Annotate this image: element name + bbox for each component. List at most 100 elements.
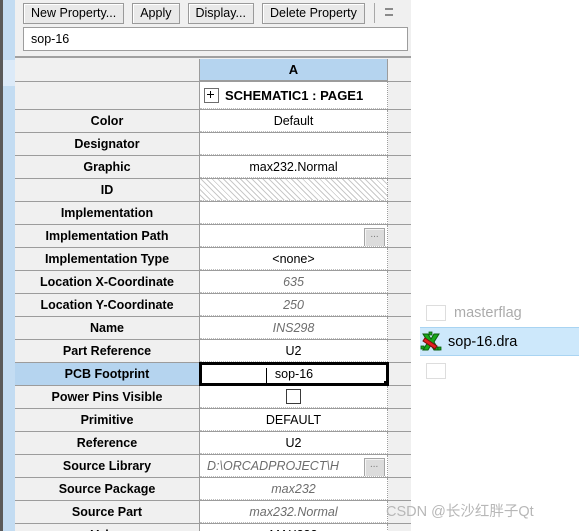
property-name-cell[interactable]: Implementation Type bbox=[15, 248, 200, 270]
value-input[interactable]: sop-16 bbox=[23, 27, 408, 51]
property-name-cell[interactable]: Source Library bbox=[15, 455, 200, 477]
property-name-cell[interactable]: Designator bbox=[15, 133, 200, 155]
table-row[interactable]: Color Default bbox=[15, 110, 411, 133]
file-list-panel: masterflag sop-16.dra bbox=[411, 0, 579, 531]
table-row[interactable]: Location X-Coordinate 635 bbox=[15, 271, 411, 294]
property-value-cell[interactable]: 635 bbox=[200, 271, 388, 293]
cell-text: U2 bbox=[285, 435, 302, 450]
new-property-button[interactable]: New Property... bbox=[23, 2, 125, 24]
property-name-cell[interactable]: Part Reference bbox=[15, 340, 200, 362]
blank-file-icon bbox=[426, 304, 446, 321]
table-row[interactable]: Location Y-Coordinate 250 bbox=[15, 294, 411, 317]
list-item-partial-below[interactable] bbox=[424, 357, 579, 384]
property-value-cell[interactable] bbox=[200, 133, 388, 155]
row-tail bbox=[388, 248, 411, 270]
property-name-cell[interactable]: Source Package bbox=[15, 478, 200, 500]
table-row[interactable]: Power Pins Visible bbox=[15, 386, 411, 409]
table-row[interactable]: Designator bbox=[15, 133, 411, 156]
table-row[interactable]: Graphic max232.Normal bbox=[15, 156, 411, 179]
property-name-cell[interactable]: Color bbox=[15, 110, 200, 132]
toolbar-overflow-grip[interactable] bbox=[384, 2, 394, 24]
property-value-cell[interactable]: U2 bbox=[200, 432, 388, 454]
schematic-page-label: SCHEMATIC1 : PAGE1 bbox=[225, 87, 364, 103]
property-value-cell[interactable]: max232.Normal bbox=[200, 501, 388, 523]
toolbar-divider bbox=[373, 3, 375, 23]
table-row[interactable]: Source Library D:\ORCADPROJECT\H... bbox=[15, 455, 411, 478]
cell-text: max232.Normal bbox=[249, 504, 338, 519]
table-row[interactable]: Reference U2 bbox=[15, 432, 411, 455]
property-editor-panel: New Property... Apply Display... Delete … bbox=[0, 0, 411, 531]
property-value-cell[interactable]: D:\ORCADPROJECT\H... bbox=[200, 455, 388, 477]
property-name-cell[interactable]: Location X-Coordinate bbox=[15, 271, 200, 293]
row-tail bbox=[388, 202, 411, 224]
browse-ellipsis-button[interactable]: ... bbox=[364, 228, 385, 246]
table-row[interactable]: Primitive DEFAULT bbox=[15, 409, 411, 432]
grid-schematic-label-cell[interactable] bbox=[15, 82, 200, 109]
expand-plus-icon[interactable] bbox=[204, 87, 219, 103]
table-row[interactable]: Source Package max232 bbox=[15, 478, 411, 501]
display-button[interactable]: Display... bbox=[187, 2, 254, 24]
property-value-cell[interactable]: sop-16 bbox=[199, 362, 389, 386]
property-name-cell[interactable]: Location Y-Coordinate bbox=[15, 294, 200, 316]
row-tail bbox=[388, 455, 411, 477]
property-name-cell[interactable]: Reference bbox=[15, 432, 200, 454]
selection-resize-handle[interactable] bbox=[384, 381, 386, 383]
cell-text: 250 bbox=[283, 297, 304, 312]
row-tail bbox=[388, 363, 411, 385]
property-name-cell[interactable]: ID bbox=[15, 179, 200, 201]
browse-ellipsis-button[interactable]: ... bbox=[364, 458, 385, 476]
table-row[interactable]: Name INS298 bbox=[15, 317, 411, 340]
property-value-cell[interactable]: MAX232 bbox=[200, 524, 388, 531]
file-label: sop-16.dra bbox=[448, 333, 518, 350]
cell-text: <none> bbox=[272, 251, 315, 266]
table-row[interactable]: Implementation bbox=[15, 202, 411, 225]
power-pins-visible-checkbox[interactable] bbox=[286, 389, 301, 404]
grid-schematic-tail bbox=[388, 82, 411, 109]
property-name-cell[interactable]: Name bbox=[15, 317, 200, 339]
grid-schematic-value-cell[interactable]: SCHEMATIC1 : PAGE1 bbox=[200, 82, 388, 109]
cell-text: 635 bbox=[283, 274, 304, 289]
property-name-cell[interactable]: Value bbox=[15, 524, 200, 531]
row-tail bbox=[388, 340, 411, 362]
property-value-cell[interactable] bbox=[200, 386, 388, 408]
table-row[interactable]: ID bbox=[15, 179, 411, 202]
property-name-cell[interactable]: Primitive bbox=[15, 409, 200, 431]
property-name-cell[interactable]: Graphic bbox=[15, 156, 200, 178]
property-value-cell[interactable]: ... bbox=[200, 225, 388, 247]
property-value-cell[interactable]: DEFAULT bbox=[200, 409, 388, 431]
apply-button[interactable]: Apply bbox=[132, 2, 180, 24]
property-value-cell[interactable]: 250 bbox=[200, 294, 388, 316]
table-row[interactable]: Source Part max232.Normal bbox=[15, 501, 411, 524]
property-name-cell[interactable]: Implementation Path bbox=[15, 225, 200, 247]
property-value-cell[interactable]: INS298 bbox=[200, 317, 388, 339]
value-input-text: sop-16 bbox=[31, 32, 70, 46]
watermark-text: CSDN @长沙红胖子Qt bbox=[386, 504, 534, 520]
grid-column-header-a[interactable]: A bbox=[200, 59, 388, 81]
property-name-cell[interactable]: Power Pins Visible bbox=[15, 386, 200, 408]
property-value-cell[interactable]: <none> bbox=[200, 248, 388, 270]
table-row[interactable]: Implementation Type <none> bbox=[15, 248, 411, 271]
delete-property-button[interactable]: Delete Property bbox=[261, 2, 365, 24]
cell-text: Default bbox=[273, 113, 314, 128]
cell-text: INS298 bbox=[272, 320, 315, 335]
table-row[interactable]: Value MAX232 bbox=[15, 524, 411, 531]
cell-text: max232 bbox=[271, 481, 316, 496]
row-tail bbox=[388, 156, 411, 178]
property-value-cell[interactable]: max232 bbox=[200, 478, 388, 500]
grid-corner-cell[interactable] bbox=[15, 59, 200, 81]
property-name-cell[interactable]: Implementation bbox=[15, 202, 200, 224]
table-row[interactable]: PCB Footprint sop-16 bbox=[15, 362, 411, 386]
row-tail bbox=[388, 294, 411, 316]
list-item-sop-16-dra[interactable]: sop-16.dra bbox=[420, 327, 579, 356]
list-item-masterflag[interactable]: masterflag bbox=[424, 299, 579, 326]
property-value-cell[interactable] bbox=[200, 179, 388, 201]
property-value-cell[interactable] bbox=[200, 202, 388, 224]
property-value-cell[interactable]: Default bbox=[200, 110, 388, 132]
property-value-cell[interactable]: max232.Normal bbox=[200, 156, 388, 178]
property-name-cell[interactable]: PCB Footprint bbox=[15, 363, 200, 385]
text-caret bbox=[266, 368, 267, 383]
table-row[interactable]: Implementation Path... bbox=[15, 225, 411, 248]
property-value-cell[interactable]: U2 bbox=[200, 340, 388, 362]
table-row[interactable]: Part Reference U2 bbox=[15, 340, 411, 363]
property-name-cell[interactable]: Source Part bbox=[15, 501, 200, 523]
